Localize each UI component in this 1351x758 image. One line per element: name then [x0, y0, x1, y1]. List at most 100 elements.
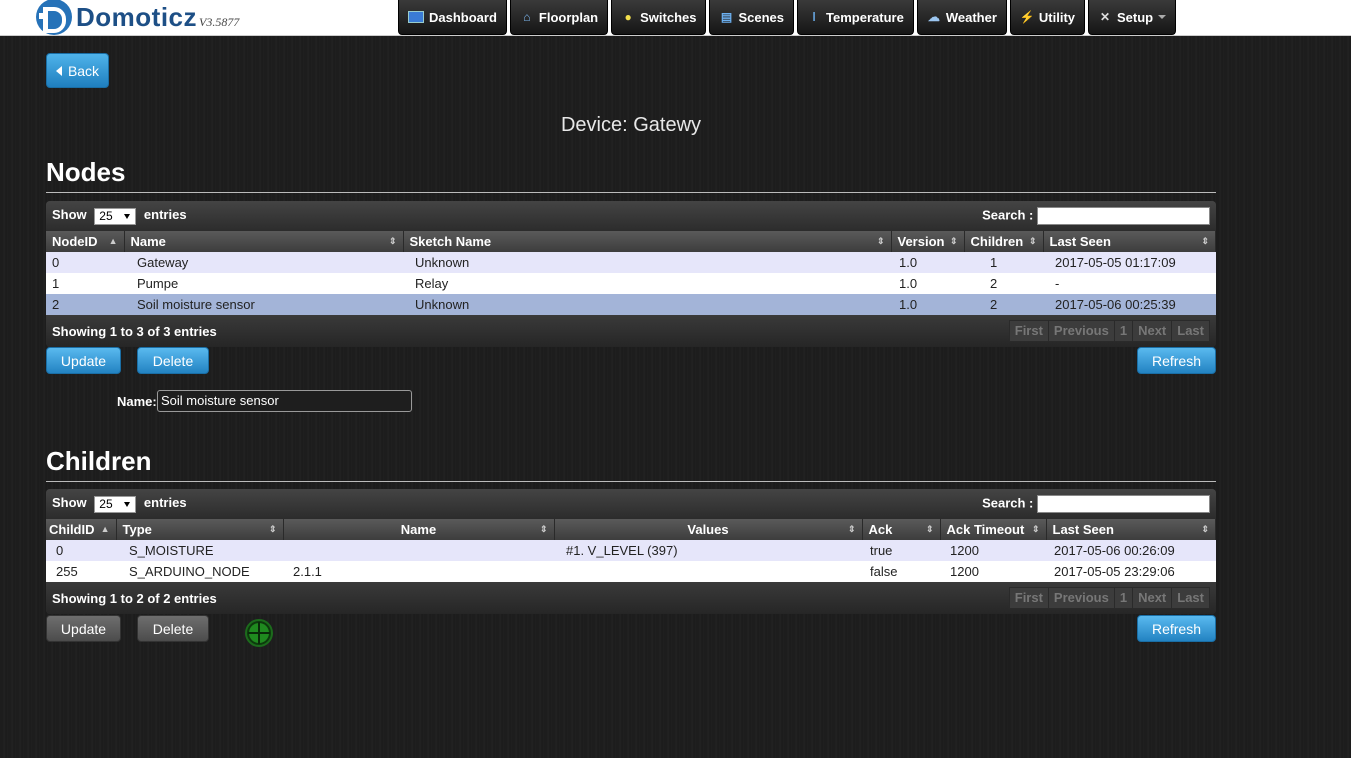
children-page-size-select[interactable]: 25 [94, 495, 137, 513]
back-button[interactable]: Back [46, 53, 109, 88]
sort-icon: ⇕ [1201, 236, 1209, 246]
col-last-seen[interactable]: Last Seen ⇕ [1046, 519, 1216, 540]
cell-children: 1 [964, 252, 1043, 273]
table-row[interactable]: 0 S_MOISTURE #1. V_LEVEL (397) true 1200… [46, 540, 1216, 561]
nav-label: Weather [945, 9, 997, 25]
nav-utility[interactable]: ⚡ Utility [1009, 0, 1086, 35]
nodes-table-footer: Showing 1 to 3 of 3 entries First Previo… [46, 315, 1216, 347]
children-table: ChildID ▲ Type ⇕ Name ⇕ Values ⇕ Ack ⇕ Ack Ti… [46, 519, 1216, 582]
cell-name: Soil moisture sensor [124, 294, 403, 315]
pager-previous[interactable]: Previous [1049, 321, 1115, 341]
nav-label: Dashboard [429, 9, 497, 25]
nodes-refresh-button[interactable]: Refresh [1137, 347, 1216, 374]
sort-icon: ⇕ [268, 524, 277, 534]
clapperboard-icon: ▤ [720, 10, 733, 24]
col-last-seen[interactable]: Last Seen ⇕ [1043, 231, 1216, 252]
nodes-search: Search : [982, 207, 1210, 225]
col-name[interactable]: Name ⇕ [124, 231, 404, 252]
nav-weather[interactable]: ☁ Weather [916, 0, 1007, 35]
cell-type: S_MOISTURE [116, 540, 283, 561]
cell-ack: true [862, 540, 940, 561]
nodes-update-button[interactable]: Update [46, 347, 121, 374]
pager-page-1[interactable]: 1 [1115, 588, 1134, 608]
utility-icon: ⚡ [1019, 10, 1035, 24]
nav-setup[interactable]: ✕ Setup [1088, 0, 1177, 35]
col-ack[interactable]: Ack ⇕ [862, 519, 941, 540]
tools-icon: ✕ [1099, 10, 1111, 24]
nodes-pager: First Previous 1 Next Last [1008, 320, 1210, 342]
cell-children: 2 [964, 273, 1043, 294]
nav-label: Setup [1117, 9, 1154, 25]
cell-version: 1.0 [891, 294, 964, 315]
sort-icon: ⇕ [1201, 524, 1209, 534]
children-refresh-button[interactable]: Refresh [1137, 615, 1216, 642]
sort-icon: ⇕ [949, 236, 958, 246]
col-values[interactable]: Values ⇕ [554, 519, 863, 540]
sort-asc-icon: ▲ [108, 236, 118, 246]
pager-next[interactable]: Next [1133, 321, 1173, 341]
chevron-down-icon [1158, 15, 1167, 19]
cell-last-seen: 2017-05-06 00:26:09 [1046, 540, 1216, 561]
sort-icon: ⇕ [1031, 524, 1040, 534]
children-pager: First Previous 1 Next Last [1008, 587, 1210, 609]
sort-icon: ⇕ [847, 524, 856, 534]
cell-childid: 0 [46, 540, 116, 561]
thermometer-icon: ǀ [812, 10, 816, 24]
pager-last[interactable]: Last [1172, 588, 1209, 608]
search-label: Search : [982, 495, 1034, 511]
children-search-input[interactable] [1037, 495, 1210, 513]
col-version[interactable]: Version ⇕ [891, 231, 965, 252]
cell-type: S_ARDUINO_NODE [116, 561, 283, 582]
main-nav: Dashboard ⌂ Floorplan ● Switches ▤ Scenes ǀ… [398, 0, 1179, 35]
cell-sketch-name: Unknown [403, 294, 891, 315]
col-children[interactable]: Children ⇕ [964, 231, 1044, 252]
arrow-left-icon [55, 65, 62, 76]
nav-switches[interactable]: ● Switches [611, 0, 707, 35]
nodes-search-input[interactable] [1037, 207, 1210, 225]
table-row[interactable]: 0 Gateway Unknown 1.0 1 2017-05-05 01:17… [46, 252, 1216, 273]
nav-scenes[interactable]: ▤ Scenes [709, 0, 795, 35]
floorplan-icon: ⌂ [523, 10, 531, 24]
col-sketch-name[interactable]: Sketch Name ⇕ [403, 231, 892, 252]
pager-last[interactable]: Last [1172, 321, 1209, 341]
page-title: Device: Gatewy [560, 114, 702, 136]
cell-values: #1. V_LEVEL (397) [554, 540, 862, 561]
children-table-footer: Showing 1 to 2 of 2 entries First Previo… [46, 582, 1216, 614]
nav-floorplan[interactable]: ⌂ Floorplan [509, 0, 609, 35]
cell-ack-timeout: 1200 [940, 561, 1046, 582]
nodes-table-header: Show 25 entries Search : [46, 201, 1216, 231]
nav-label: Floorplan [538, 9, 599, 25]
cell-childid: 255 [46, 561, 116, 582]
pager-first[interactable]: First [1010, 588, 1049, 608]
logo[interactable]: Domoticz V3.5877 [36, 0, 240, 35]
nodes-page-size-select[interactable]: 25 [94, 207, 137, 225]
col-name[interactable]: Name ⇕ [283, 519, 555, 540]
table-row[interactable]: 255 S_ARDUINO_NODE 2.1.1 false 1200 2017… [46, 561, 1216, 582]
col-nodeid[interactable]: NodeID ▲ [46, 231, 125, 252]
children-update-button[interactable]: Update [46, 615, 121, 642]
table-row-selected[interactable]: 2 Soil moisture sensor Unknown 1.0 2 201… [46, 294, 1216, 315]
search-label: Search : [982, 207, 1034, 223]
col-ack-timeout[interactable]: Ack Timeout ⇕ [940, 519, 1047, 540]
nodes-divider [46, 192, 1216, 193]
pager-next[interactable]: Next [1133, 588, 1173, 608]
pager-page-1[interactable]: 1 [1115, 321, 1134, 341]
lightbulb-icon: ● [624, 10, 632, 24]
app-version: V3.5877 [199, 15, 240, 29]
nav-dashboard[interactable]: Dashboard [398, 0, 507, 35]
pager-previous[interactable]: Previous [1049, 588, 1115, 608]
children-divider [46, 481, 1216, 482]
cell-last-seen: 2017-05-06 00:25:39 [1043, 294, 1216, 315]
nodes-delete-button[interactable]: Delete [137, 347, 209, 374]
cell-nodeid: 0 [46, 252, 124, 273]
pager-first[interactable]: First [1010, 321, 1049, 341]
table-row[interactable]: 1 Pumpe Relay 1.0 2 - [46, 273, 1216, 294]
nav-temperature[interactable]: ǀ Temperature [797, 0, 914, 35]
node-name-input[interactable]: Soil moisture sensor [157, 390, 412, 412]
col-type[interactable]: Type ⇕ [116, 519, 284, 540]
nodes-title: Nodes [46, 157, 126, 187]
loading-spinner-icon [245, 619, 273, 647]
children-delete-button[interactable]: Delete [137, 615, 209, 642]
cell-name [283, 540, 554, 561]
col-childid[interactable]: ChildID ▲ [46, 519, 117, 540]
